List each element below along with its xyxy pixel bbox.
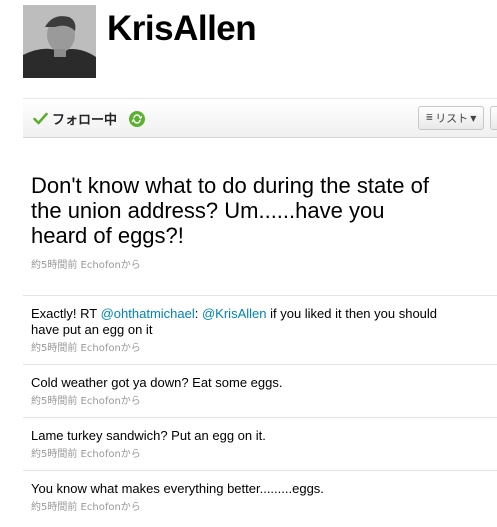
tweet-text-mid: : [194,306,202,321]
tweet-text: Cold weather got ya down? Eat some eggs. [31,375,283,390]
check-icon [33,111,48,126]
tweet-item: Exactly! RT @ohthatmichael: @KrisAllen i… [23,295,497,354]
tweet-meta[interactable]: 約5時間前 Echofonから [31,445,497,460]
tweet-item: Cold weather got ya down? Eat some eggs.… [23,364,497,407]
tweet-text: Lame turkey sandwich? Put an egg on it. [31,428,266,443]
tweet-meta[interactable]: 約5時間前 Echofonから [31,498,497,513]
retweet-icon[interactable] [129,110,146,127]
tweet-meta[interactable]: 約5時間前 Echofonから [31,339,497,354]
following-status[interactable]: フォロー中 [33,109,146,128]
tweet-item: Lame turkey sandwich? Put an egg on it. … [23,417,497,460]
more-actions-button[interactable] [490,106,497,130]
profile-username: KrisAllen [107,9,257,48]
tweet-text: Exactly! RT @ohthatmichael: @KrisAllen i… [31,306,451,338]
mention-link[interactable]: @ohthatmichael [101,306,195,321]
tweet-item: You know what makes everything better...… [23,470,497,513]
mention-link[interactable]: @KrisAllen [202,306,267,321]
tweet-text-prefix: Exactly! RT [31,306,101,321]
tweet-meta[interactable]: 約5時間前 Echofonから [31,392,497,407]
featured-tweet-meta[interactable]: 約5時間前 Echofonから [31,256,141,271]
profile-action-bar: フォロー中 ≣ リスト ▼ [23,98,497,138]
featured-tweet-text: Don't know what to do during the state o… [31,173,429,248]
tweet-text: You know what makes everything better...… [31,481,324,496]
list-lines-icon: ≣ [425,113,434,123]
following-label: フォロー中 [52,113,118,128]
list-dropdown-button[interactable]: ≣ リスト ▼ [418,106,484,130]
list-button-label: リスト [435,112,469,125]
profile-avatar[interactable] [23,5,96,78]
caret-down-icon: ▼ [470,113,477,123]
